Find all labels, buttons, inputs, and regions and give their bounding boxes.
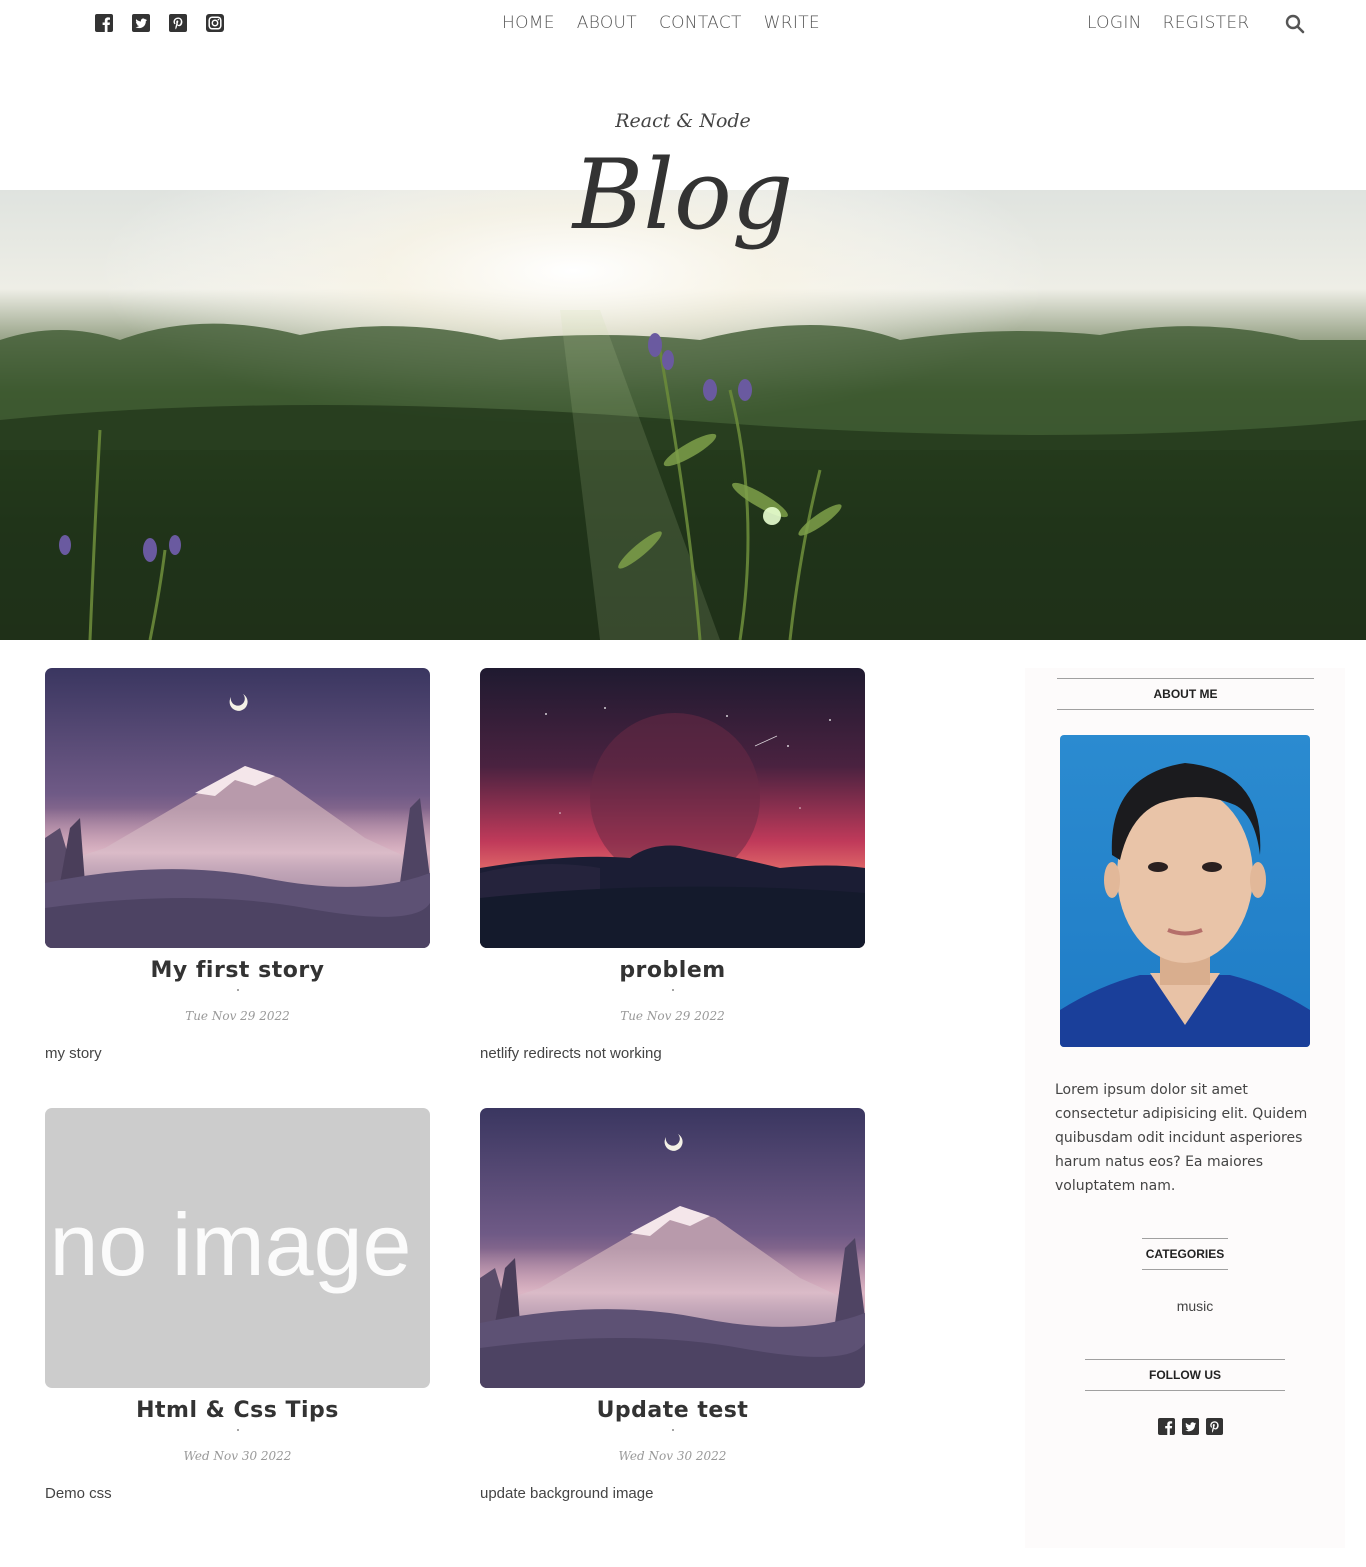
post-image[interactable] <box>480 668 865 948</box>
nav-home[interactable]: HOME <box>502 13 555 33</box>
post-image[interactable] <box>480 1108 865 1388</box>
post-description: netlify redirects not working <box>480 1045 662 1062</box>
sidebar: ABOUT ME Lorem ipsum dolor sit amet cons… <box>1025 668 1345 1548</box>
facebook-icon[interactable] <box>1158 1418 1175 1435</box>
title-divider <box>236 1429 239 1431</box>
post-description: update background image <box>480 1485 654 1502</box>
pinterest-icon[interactable] <box>1206 1418 1223 1435</box>
follow-us-icons <box>1158 1418 1223 1435</box>
post-title[interactable]: Update test <box>480 1398 865 1423</box>
post-description: Demo css <box>45 1485 112 1502</box>
follow-us-heading: FOLLOW US <box>1085 1359 1285 1391</box>
header-title: Blog <box>572 139 794 251</box>
facebook-icon[interactable] <box>95 14 113 32</box>
pinterest-icon[interactable] <box>169 14 187 32</box>
post-date: Tue Nov 29 2022 <box>185 1009 290 1023</box>
avatar <box>1060 735 1310 1047</box>
post-card[interactable]: no image Html & Css Tips Wed Nov 30 2022… <box>45 1108 430 1502</box>
instagram-icon[interactable] <box>206 14 224 32</box>
social-links <box>95 14 224 32</box>
title-divider <box>671 989 674 991</box>
no-image-placeholder: no image <box>49 1195 412 1294</box>
nav-write[interactable]: WRITE <box>764 13 820 33</box>
twitter-icon[interactable] <box>1182 1418 1199 1435</box>
register-link[interactable]: REGISTER <box>1163 13 1250 33</box>
nav-about[interactable]: ABOUT <box>577 13 637 33</box>
post-card[interactable]: My first story Tue Nov 29 2022 my story <box>45 668 430 1062</box>
hero-image <box>0 190 1366 640</box>
header-subtitle: React & Node <box>615 110 751 132</box>
post-card[interactable]: Update test Wed Nov 30 2022 update backg… <box>480 1108 865 1502</box>
post-date: Wed Nov 30 2022 <box>183 1449 292 1463</box>
post-image[interactable] <box>45 668 430 948</box>
login-link[interactable]: LOGIN <box>1087 13 1142 33</box>
post-description: my story <box>45 1045 102 1062</box>
category-item[interactable]: music <box>1025 1298 1365 1314</box>
post-title[interactable]: Html & Css Tips <box>45 1398 430 1423</box>
main-nav: HOME ABOUT CONTACT WRITE <box>502 13 820 33</box>
about-me-text: Lorem ipsum dolor sit amet consectetur a… <box>1055 1082 1308 1194</box>
title-divider <box>236 989 239 991</box>
search-icon[interactable] <box>1285 14 1305 39</box>
twitter-icon[interactable] <box>132 14 150 32</box>
post-date: Tue Nov 29 2022 <box>620 1009 725 1023</box>
post-image[interactable]: no image <box>45 1108 430 1388</box>
categories-heading: CATEGORIES <box>1142 1238 1228 1270</box>
post-date: Wed Nov 30 2022 <box>618 1449 727 1463</box>
post-title[interactable]: My first story <box>45 958 430 983</box>
auth-nav: LOGIN REGISTER <box>1087 13 1250 33</box>
nav-contact[interactable]: CONTACT <box>659 13 742 33</box>
post-title[interactable]: problem <box>480 958 865 983</box>
title-divider <box>671 1429 674 1431</box>
about-me-heading: ABOUT ME <box>1057 678 1314 710</box>
post-card[interactable]: problem Tue Nov 29 2022 netlify redirect… <box>480 668 865 1062</box>
top-bar: HOME ABOUT CONTACT WRITE LOGIN REGISTER <box>0 0 1366 50</box>
